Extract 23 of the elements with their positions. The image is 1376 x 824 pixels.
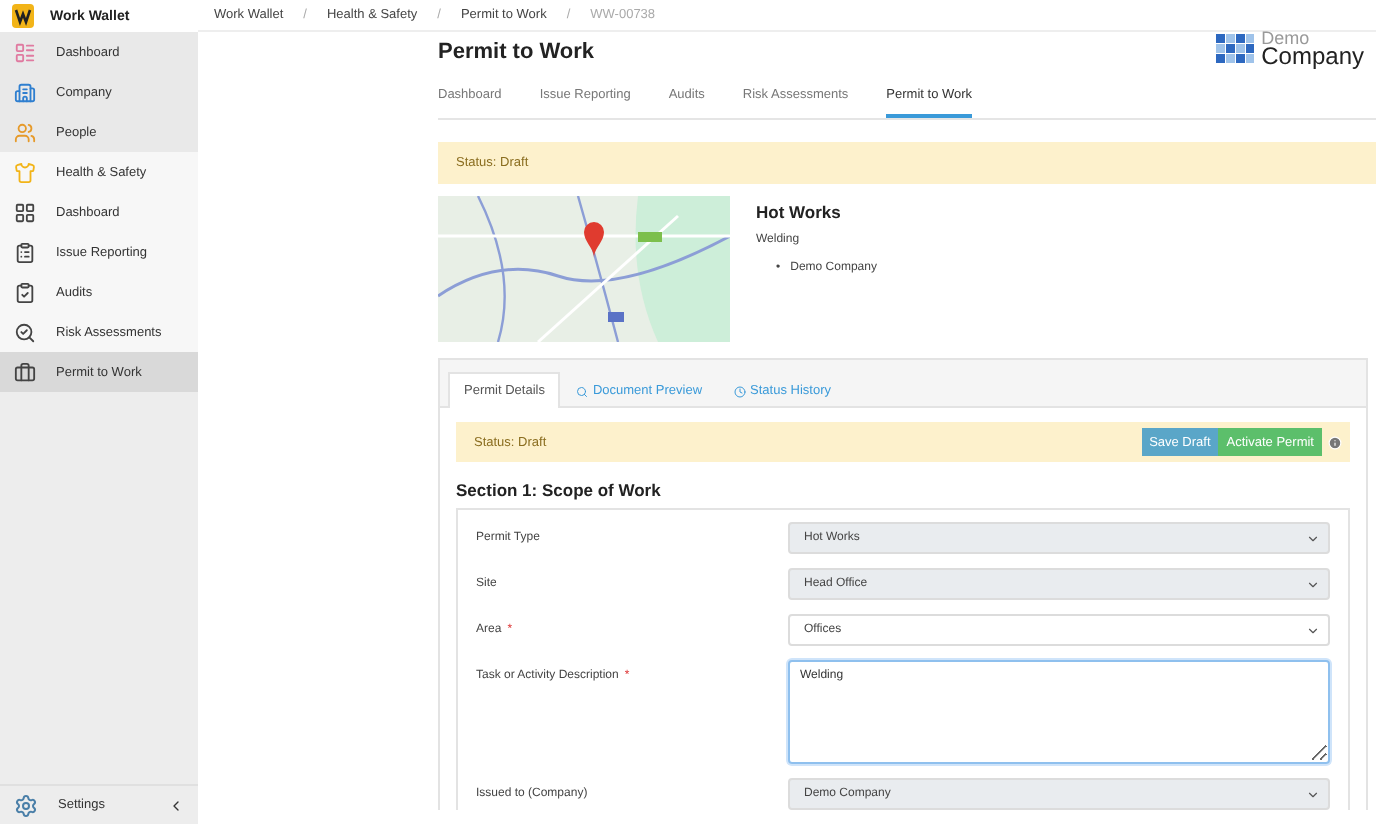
permit-title: Hot Works xyxy=(756,202,843,222)
list-icon xyxy=(14,41,36,63)
chevron-down-icon xyxy=(1306,787,1320,801)
collapse-icon[interactable] xyxy=(168,797,184,813)
building-icon xyxy=(14,81,36,103)
chevron-down-icon xyxy=(1306,623,1320,637)
clock-icon xyxy=(734,385,747,397)
chevron-down-icon xyxy=(1306,531,1320,545)
briefcase-icon xyxy=(14,361,36,383)
search-icon xyxy=(14,321,36,343)
page-title: Permit to Work xyxy=(438,40,595,64)
search-icon xyxy=(576,385,589,397)
logo-icon xyxy=(12,4,34,28)
clipboard-check-icon xyxy=(14,281,36,303)
company-logo-text: Demo Company xyxy=(1261,30,1364,68)
logo-grid-icon xyxy=(1215,33,1254,64)
info-icon[interactable] xyxy=(1328,435,1342,449)
settings-icon[interactable] xyxy=(14,793,38,817)
chevron-down-icon xyxy=(1306,577,1320,591)
grid-icon xyxy=(14,201,36,223)
people-icon xyxy=(14,121,36,143)
clipboard-icon xyxy=(14,241,36,263)
section-title: Section 1: Scope of Work xyxy=(456,480,663,500)
